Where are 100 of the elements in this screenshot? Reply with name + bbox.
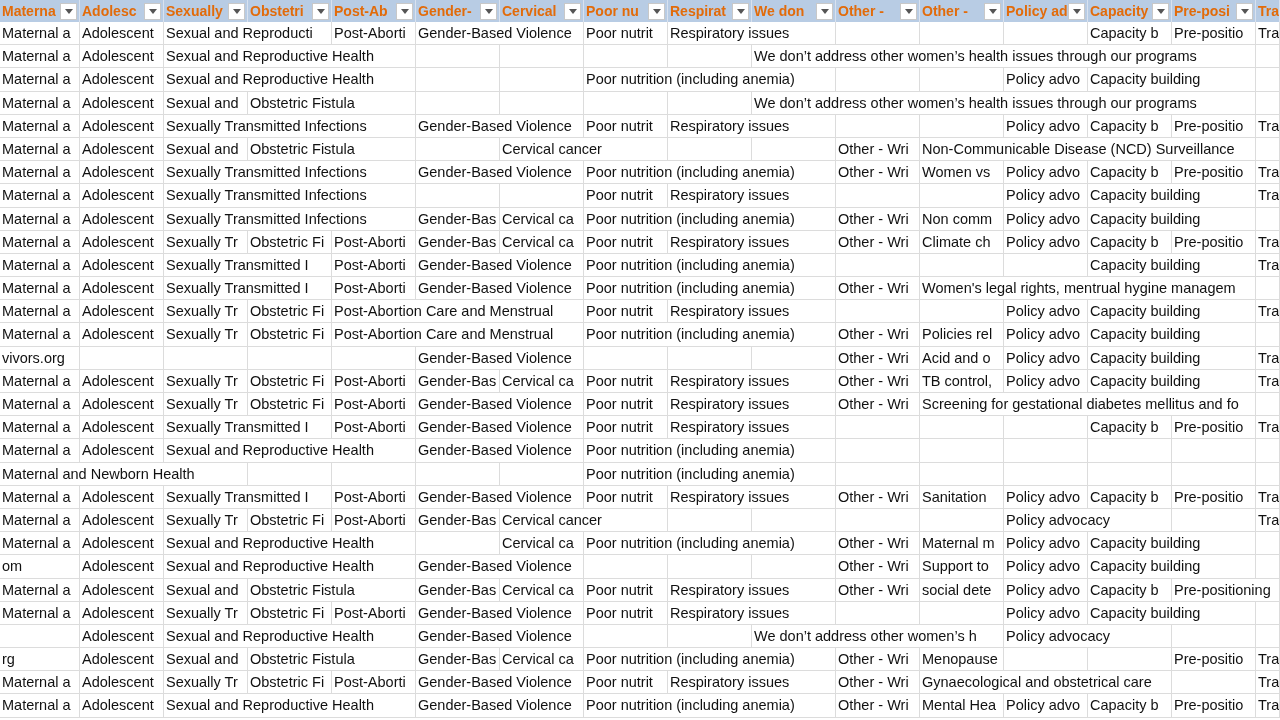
caret-icon xyxy=(316,8,325,14)
table-cell: Sexual and xyxy=(164,91,248,115)
filter-dropdown-button[interactable] xyxy=(60,2,77,20)
filter-dropdown-button[interactable] xyxy=(1068,2,1085,20)
column-title: Obstetri xyxy=(250,3,304,19)
table-cell: Women's legal rights, mentrual hygine managem xyxy=(920,277,1256,301)
table-cell: Maternal a xyxy=(0,369,80,393)
table-cell: Sexually Tr xyxy=(164,300,248,324)
table-cell: Post-Aborti xyxy=(332,230,416,254)
filter-dropdown-button[interactable] xyxy=(984,2,1001,20)
filter-dropdown-button[interactable] xyxy=(480,2,497,20)
table-cell: Climate ch xyxy=(920,230,1004,254)
filter-dropdown-button[interactable] xyxy=(732,2,749,20)
table-cell: Poor nutrit xyxy=(584,22,668,46)
table-cell: Adolescent xyxy=(80,508,164,533)
table-cell: Pre-positio xyxy=(1172,648,1256,672)
table-cell: Non-Communicable Disease (NCD) Surveillance xyxy=(920,137,1256,162)
table-cell: Other - Wri xyxy=(836,648,920,672)
table-cell: Cervical ca xyxy=(500,207,584,231)
table-cell: Post-Aborti xyxy=(332,393,416,417)
table-cell: Gender-Based Violence xyxy=(416,671,584,695)
table-cell: Sexually Transmitted I xyxy=(164,485,332,509)
empty-cell xyxy=(1256,601,1280,625)
table-cell: Other - Wri xyxy=(836,161,920,185)
table-cell: Respiratory issues xyxy=(668,184,836,208)
table-cell: Other - Wri xyxy=(836,277,920,301)
filter-dropdown-button[interactable] xyxy=(144,2,161,20)
table-cell: Obstetric Fistula xyxy=(248,91,416,115)
table-cell: Other - Wri xyxy=(836,555,920,579)
column-title: Post-Ab xyxy=(334,3,388,19)
filter-dropdown-button[interactable] xyxy=(900,2,917,20)
table-cell: Maternal a xyxy=(0,508,80,533)
table-cell: Gender-Based Violence xyxy=(416,346,584,370)
column-title: Adolesc xyxy=(82,3,137,19)
table-cell: Capacity building xyxy=(1088,601,1256,625)
table-cell: Adolescent xyxy=(80,277,164,301)
filter-dropdown-button[interactable] xyxy=(228,2,245,20)
table-cell: Other - Wri xyxy=(836,578,920,602)
empty-cell xyxy=(1256,462,1280,486)
table-cell: Poor nutrition (including anemia) xyxy=(584,648,836,672)
filter-dropdown-button[interactable] xyxy=(1236,2,1253,20)
table-cell: Maternal a xyxy=(0,184,80,208)
table-cell: Policy advocacy xyxy=(1004,624,1172,649)
table-cell: Poor nutrit xyxy=(584,300,668,324)
table-cell: Respiratory issues xyxy=(668,416,836,440)
table-cell: Adolescent xyxy=(80,485,164,509)
table-cell: Tra xyxy=(1256,184,1280,208)
table-cell: Gender-Based Violence xyxy=(416,22,584,46)
table-cell: Cervical cancer xyxy=(500,137,668,162)
caret-icon xyxy=(988,8,997,14)
table-cell: Adolescent xyxy=(80,648,164,672)
table-cell: Policy advo xyxy=(1004,230,1088,254)
filter-dropdown-button[interactable] xyxy=(648,2,665,20)
table-cell: Maternal a xyxy=(0,253,80,278)
filter-dropdown-button[interactable] xyxy=(1152,2,1169,20)
table-cell: Obstetric Fistula xyxy=(248,648,416,672)
table-cell: Sexual and Reproductive Health xyxy=(164,45,416,69)
table-cell: Gynaecological and obstetrical care xyxy=(920,671,1172,695)
table-cell: Tra xyxy=(1256,671,1280,695)
table-cell: Tra xyxy=(1256,161,1280,185)
table-cell: Other - Wri xyxy=(836,230,920,254)
table-cell: Cervical ca xyxy=(500,369,584,393)
table-cell: Tra xyxy=(1256,485,1280,509)
table-cell: Maternal a xyxy=(0,45,80,69)
table-cell: Maternal a xyxy=(0,416,80,440)
column-title: Poor nu xyxy=(586,3,639,19)
table-cell: Sexually Tr xyxy=(164,323,248,347)
table-cell: Other - Wri xyxy=(836,671,920,695)
table-cell: Poor nutrit xyxy=(584,184,668,208)
table-cell: Poor nutrit xyxy=(584,369,668,393)
filter-dropdown-button[interactable] xyxy=(816,2,833,20)
table-cell: Capacity b xyxy=(1088,694,1172,718)
empty-cell xyxy=(1256,439,1280,463)
filter-dropdown-button[interactable] xyxy=(564,2,581,20)
table-cell: Gender-Based Violence xyxy=(416,624,584,649)
table-cell: Maternal a xyxy=(0,91,80,115)
table-cell: Sexually Transmitted I xyxy=(164,253,332,278)
filter-dropdown-button[interactable] xyxy=(396,2,413,20)
table-cell: Policy advo xyxy=(1004,601,1088,625)
table-cell: Acid and o xyxy=(920,346,1004,370)
table-cell: Adolescent xyxy=(80,439,164,463)
column-title: Other - xyxy=(922,3,968,19)
table-cell: Maternal a xyxy=(0,601,80,625)
filter-dropdown-button[interactable] xyxy=(312,2,329,20)
table-cell: om xyxy=(0,555,80,579)
table-cell: Cervical ca xyxy=(500,532,584,556)
table-cell: Maternal a xyxy=(0,230,80,254)
table-cell: Post-Aborti xyxy=(332,277,416,301)
table-cell: Adolescent xyxy=(80,555,164,579)
column-title: Materna xyxy=(2,3,56,19)
table-cell: Tra xyxy=(1256,114,1280,138)
empty-cell xyxy=(1256,277,1280,301)
table-cell: Respiratory issues xyxy=(668,578,836,602)
caret-icon xyxy=(148,8,157,14)
table-cell: Poor nutrit xyxy=(584,485,668,509)
table-cell: Adolescent xyxy=(80,161,164,185)
table-cell: Pre-positio xyxy=(1172,485,1256,509)
table-cell: Policy advo xyxy=(1004,323,1088,347)
table-cell: Maternal a xyxy=(0,393,80,417)
table-cell: vivors.org xyxy=(0,346,80,370)
